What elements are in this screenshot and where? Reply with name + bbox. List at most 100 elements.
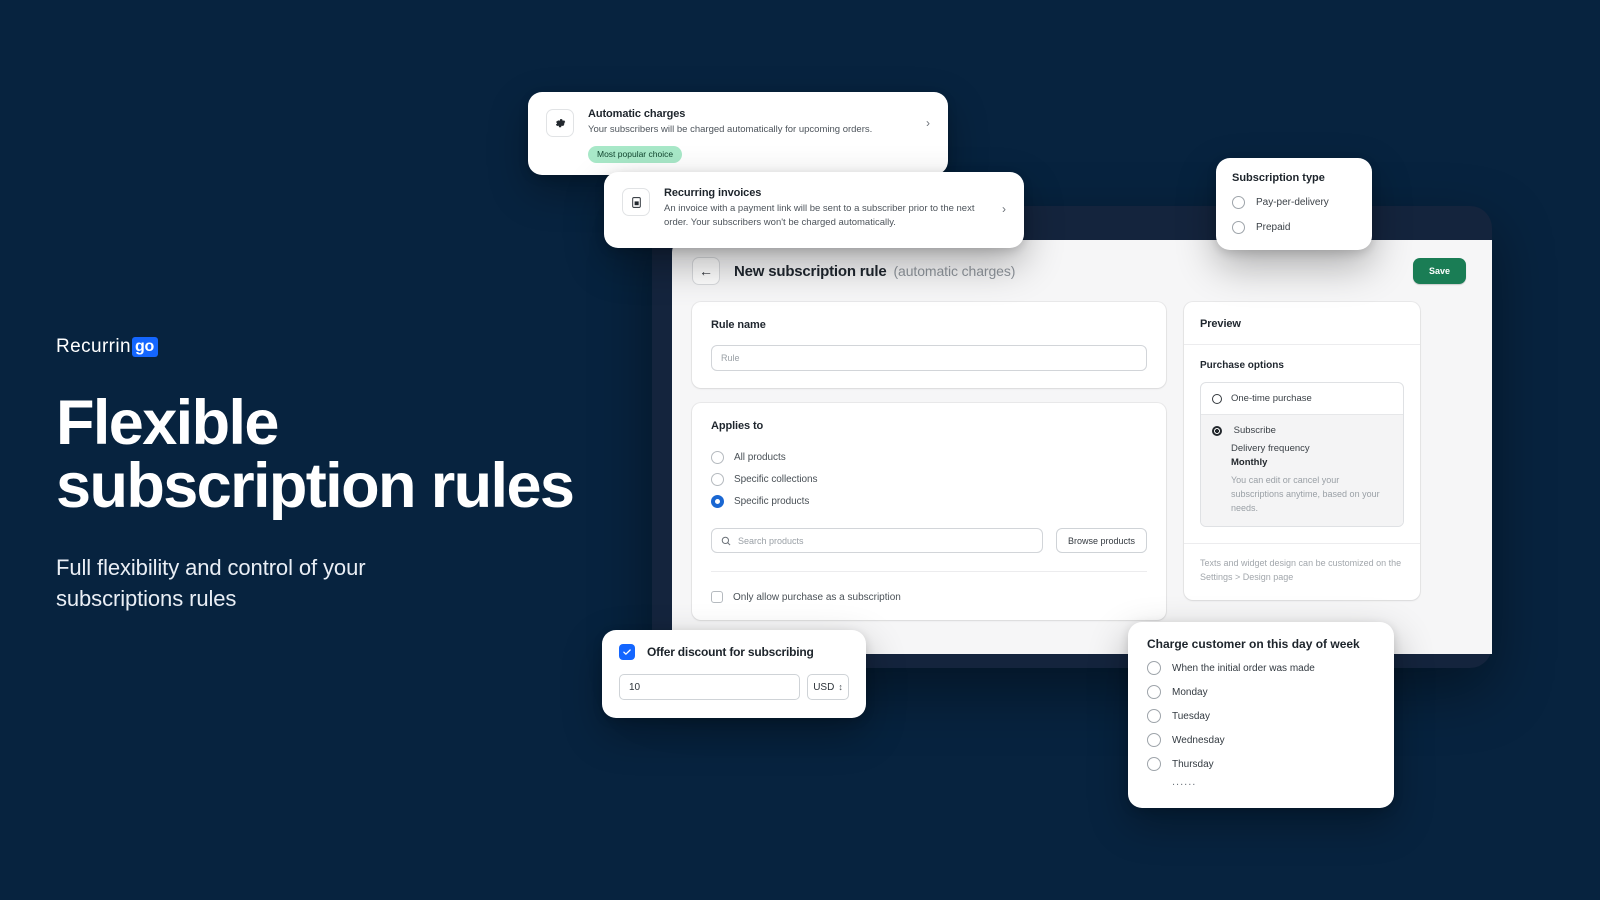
checkbox-label: Only allow purchase as a subscription [733, 591, 901, 603]
status-badge: Most popular choice [588, 146, 683, 164]
search-placeholder: Search products [738, 535, 804, 546]
preview-title: Preview [1200, 318, 1241, 330]
radio-icon [711, 450, 724, 464]
device-frame: ← New subscription rule (automatic charg… [652, 206, 1492, 668]
purchase-option-subscribe[interactable]: Subscribe Delivery frequency Monthly You… [1201, 414, 1403, 526]
checkbox-icon [711, 591, 723, 603]
radio-icon [1147, 733, 1161, 747]
gear-icon [546, 109, 574, 137]
delivery-frequency-label: Delivery frequency [1231, 443, 1310, 455]
logo-badge: go [132, 337, 158, 357]
card-description: An invoice with a payment link will be s… [664, 203, 975, 229]
currency-value: USD [813, 681, 835, 693]
rule-name-input[interactable]: Rule [711, 345, 1147, 371]
radio-icon [1232, 196, 1245, 209]
hero-section: Recurrin go Flexible subscription rules F… [56, 336, 676, 614]
radio-label: Thursday [1172, 758, 1214, 770]
left-column: Rule name Rule Applies to All products S… [692, 302, 1166, 635]
preview-header: Preview [1184, 302, 1420, 345]
app-body: Rule name Rule Applies to All products S… [672, 302, 1492, 635]
invoice-icon [622, 188, 650, 216]
offer-discount-card: Offer discount for subscribing 10 USD ↕ [602, 630, 866, 718]
browse-products-button[interactable]: Browse products [1055, 528, 1147, 553]
purchase-option-one-time[interactable]: One-time purchase [1201, 383, 1403, 414]
product-search-row: Search products Browse products [711, 528, 1147, 553]
applies-to-radio-group: All products Specific collections Specif… [711, 446, 1147, 512]
radio-option-initial-order[interactable]: When the initial order was made [1147, 661, 1375, 675]
delivery-frequency-value: Monthly [1231, 457, 1268, 469]
radio-icon-selected [1212, 425, 1222, 436]
currency-select[interactable]: USD ↕ [807, 674, 849, 700]
radio-label: Monday [1172, 686, 1208, 698]
page-title-suffix: (automatic charges) [893, 263, 1016, 279]
radio-label: Tuesday [1172, 710, 1210, 722]
radio-option-tuesday[interactable]: Tuesday [1147, 709, 1375, 723]
recurring-invoices-card[interactable]: Recurring invoices An invoice with a pay… [604, 172, 1024, 248]
only-subscription-checkbox-row[interactable]: Only allow purchase as a subscription [692, 576, 1166, 620]
radio-option-specific-products[interactable]: Specific products [711, 490, 1147, 512]
page-title: New subscription rule [734, 262, 887, 280]
automatic-charges-card[interactable]: Automatic charges Your subscribers will … [528, 92, 948, 176]
radio-icon [1212, 393, 1222, 404]
radio-label: All products [734, 451, 786, 463]
card-title: Recurring invoices [664, 187, 762, 199]
radio-option-wednesday[interactable]: Wednesday [1147, 733, 1375, 747]
subscription-type-card: Subscription type Pay-per-delivery Prepa… [1216, 158, 1372, 250]
card-title: Subscription type [1232, 172, 1325, 184]
applies-to-card: Applies to All products Specific collect… [692, 403, 1166, 620]
radio-label: Pay-per-delivery [1256, 197, 1329, 208]
radio-option-all-products[interactable]: All products [711, 446, 1147, 468]
radio-icon [1147, 709, 1161, 723]
back-button[interactable]: ← [692, 257, 720, 285]
radio-icon [711, 472, 724, 486]
checkbox-label: Offer discount for subscribing [647, 645, 814, 659]
hero-title: Flexible subscription rules [56, 388, 575, 521]
radio-label: When the initial order was made [1172, 662, 1315, 674]
radio-label: Specific products [734, 495, 810, 507]
search-icon [721, 536, 731, 545]
app-header: ← New subscription rule (automatic charg… [672, 240, 1492, 302]
purchase-options-label: Purchase options [1200, 360, 1284, 371]
logo-word: Recurrin [56, 336, 131, 357]
rule-name-value: Rule [721, 353, 740, 363]
arrow-left-icon: ← [699, 263, 713, 279]
search-input[interactable]: Search products [711, 528, 1043, 553]
save-button[interactable]: Save [1412, 258, 1466, 284]
radio-icon [1147, 661, 1161, 675]
radio-option-thursday[interactable]: Thursday [1147, 757, 1375, 771]
radio-icon-selected [711, 494, 724, 508]
logo: Recurrin go [56, 336, 676, 358]
divider [711, 571, 1147, 572]
radio-option-monday[interactable]: Monday [1147, 685, 1375, 699]
rule-name-label: Rule name [711, 319, 766, 331]
subscribe-details: Delivery frequency Monthly You can edit … [1212, 443, 1392, 516]
app-window: ← New subscription rule (automatic charg… [672, 240, 1492, 654]
radio-option-pay-per-delivery[interactable]: Pay-per-delivery [1232, 196, 1356, 209]
discount-checkbox-row[interactable]: Offer discount for subscribing [619, 644, 849, 660]
radio-icon [1147, 757, 1161, 771]
right-column: Preview Purchase options One-time purcha… [1184, 302, 1420, 635]
preview-card: Preview Purchase options One-time purcha… [1184, 302, 1420, 600]
preview-footer-note: Texts and widget design can be customize… [1184, 542, 1420, 600]
more-options-indicator: ...... [1172, 776, 1197, 788]
purchase-options-group: One-time purchase Subscribe Delivery fre… [1200, 382, 1404, 527]
radio-icon [1147, 685, 1161, 699]
option-label: One-time purchase [1231, 393, 1312, 404]
rule-name-card: Rule name Rule [692, 302, 1166, 388]
chevron-right-icon[interactable]: › [1002, 202, 1006, 216]
radio-label: Wednesday [1172, 734, 1225, 746]
option-label: Subscribe [1233, 425, 1276, 436]
chevron-right-icon[interactable]: › [926, 116, 930, 130]
card-description: Your subscribers will be charged automat… [588, 124, 873, 135]
radio-option-specific-collections[interactable]: Specific collections [711, 468, 1147, 490]
applies-to-label: Applies to [711, 420, 764, 432]
discount-amount-input[interactable]: 10 [619, 674, 800, 700]
stepper-icon: ↕ [838, 681, 843, 692]
card-title: Charge customer on this day of week [1147, 637, 1360, 651]
subscribe-note: You can edit or cancel your subscription… [1231, 475, 1380, 513]
preview-body: Purchase options One-time purchase Subsc… [1184, 345, 1420, 527]
charge-day-card: Charge customer on this day of week When… [1128, 622, 1394, 808]
discount-amount-value: 10 [629, 681, 641, 693]
hero-subtitle: Full flexibility and control of your sub… [56, 555, 366, 612]
radio-option-prepaid[interactable]: Prepaid [1232, 221, 1356, 234]
